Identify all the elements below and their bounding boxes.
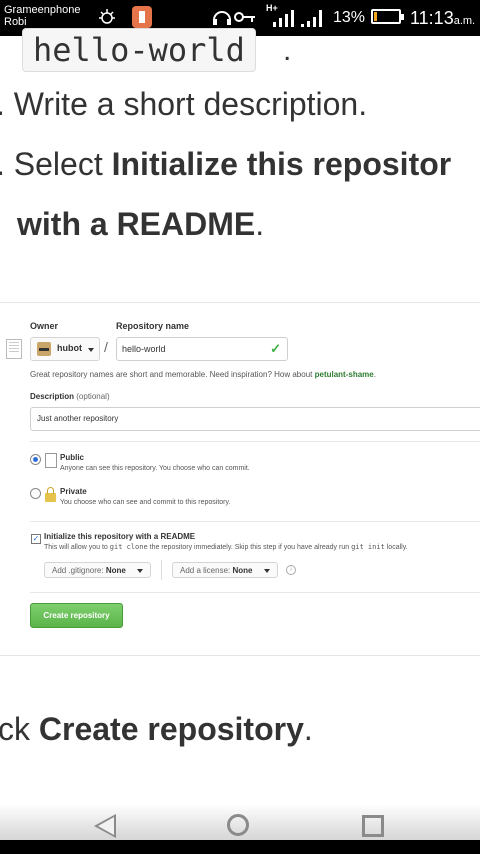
clock-time: 11:13 bbox=[410, 8, 454, 28]
create-repository-button[interactable]: Create repository bbox=[30, 603, 123, 628]
divider bbox=[30, 592, 480, 593]
init-code-git-clone: git clone bbox=[109, 543, 148, 551]
chevron-down-icon bbox=[88, 348, 94, 352]
signal-2-icon bbox=[301, 10, 322, 27]
private-description: You choose who can see and commit to thi… bbox=[60, 499, 231, 506]
initialize-readme-description: This will allow you to git clone the rep… bbox=[44, 543, 408, 551]
repo-book-icon bbox=[6, 339, 22, 359]
step-select-continued: with a README. bbox=[17, 206, 264, 243]
info-icon[interactable]: i bbox=[286, 565, 296, 575]
battery-fill bbox=[374, 12, 378, 21]
repo-name-label: Repository name bbox=[116, 321, 190, 331]
lock-icon bbox=[45, 487, 56, 502]
public-radio[interactable] bbox=[30, 454, 41, 465]
description-input[interactable]: Just another repository bbox=[30, 407, 480, 431]
bug-icon bbox=[99, 9, 115, 24]
public-description: Anyone can see this repository. You choo… bbox=[60, 465, 250, 472]
signal-1-icon bbox=[273, 10, 294, 27]
init-code-git-init: git init bbox=[351, 543, 385, 551]
initialize-readme-title: Initialize this repository with a README bbox=[44, 532, 196, 541]
battery-icon bbox=[371, 9, 404, 24]
step-marker: . bbox=[0, 86, 5, 122]
owner-name-separator: / bbox=[104, 339, 108, 355]
init-desc-text-2: the repository immediately. Skip this st… bbox=[149, 544, 350, 551]
back-icon[interactable] bbox=[94, 814, 116, 838]
description-label-text: Description bbox=[30, 392, 75, 401]
license-label: Add a license: bbox=[180, 566, 231, 575]
github-new-repo-screenshot: Owner Repository name hubot / hello-worl… bbox=[0, 302, 480, 656]
step-select-bold: Initialize this repositor bbox=[111, 146, 452, 182]
chevron-down-icon bbox=[137, 569, 143, 573]
carrier-name-2: Robi bbox=[4, 16, 27, 28]
step-select-text: Select bbox=[13, 146, 103, 182]
step-select-initialize: . Select Initialize this repositor bbox=[0, 146, 451, 183]
android-nav-bar bbox=[0, 804, 480, 854]
description-optional: (optional) bbox=[76, 392, 110, 401]
repo-name-value: hello-world bbox=[122, 344, 166, 354]
description-value: Just another repository bbox=[37, 414, 119, 423]
repo-name-input[interactable]: hello-world ✓ bbox=[116, 337, 288, 361]
home-icon[interactable] bbox=[227, 814, 249, 836]
repo-name-hint-end: . bbox=[373, 370, 376, 379]
carrier-names: Grameenphone Robi bbox=[4, 4, 80, 28]
step-click-bold: Create repository bbox=[38, 711, 304, 747]
step-select-bold-2: with a README bbox=[17, 206, 256, 242]
step-marker: . bbox=[0, 146, 5, 182]
valid-check-icon: ✓ bbox=[270, 341, 281, 356]
sentence-period: . bbox=[255, 206, 265, 242]
recent-apps-icon[interactable] bbox=[362, 815, 384, 837]
description-label: Description (optional) bbox=[30, 392, 110, 401]
battery-percent: 13% bbox=[333, 9, 366, 26]
step-write-description: . Write a short description. bbox=[0, 86, 367, 123]
public-title: Public bbox=[60, 453, 85, 462]
repo-name-hint: Great repository names are short and mem… bbox=[30, 370, 376, 379]
headphones-icon bbox=[213, 11, 231, 25]
owner-value: hubot bbox=[57, 343, 82, 353]
gitignore-select[interactable]: Add .gitignore: None bbox=[44, 562, 151, 578]
battery-saver-app-icon bbox=[132, 6, 152, 28]
gitignore-label: Add .gitignore: bbox=[52, 566, 104, 575]
owner-dropdown[interactable]: hubot bbox=[30, 337, 100, 361]
owner-avatar bbox=[37, 342, 51, 356]
step-click-text: ck bbox=[0, 711, 30, 747]
step-write-text: Write a short description. bbox=[13, 86, 368, 122]
clock: 11:13a.m. bbox=[410, 8, 475, 29]
sentence-period: . bbox=[283, 34, 292, 67]
chevron-down-icon bbox=[264, 569, 270, 573]
sentence-period: . bbox=[303, 711, 313, 747]
step-click-create: ck Create repository. bbox=[0, 711, 313, 748]
divider bbox=[30, 441, 480, 442]
license-value: None bbox=[232, 566, 253, 575]
name-suggestion-link[interactable]: petulant-shame bbox=[315, 370, 374, 379]
key-icon bbox=[234, 12, 255, 22]
repo-name-hint-text: Great repository names are short and mem… bbox=[30, 370, 313, 379]
init-desc-text-1: This will allow you to bbox=[44, 544, 108, 551]
private-radio[interactable] bbox=[30, 488, 41, 499]
clock-suffix: a.m. bbox=[453, 15, 476, 27]
initialize-readme-checkbox[interactable]: ✓ bbox=[31, 534, 41, 544]
gitignore-value: None bbox=[105, 566, 126, 575]
init-desc-text-3: locally. bbox=[386, 544, 408, 551]
public-repo-icon bbox=[45, 453, 57, 468]
select-separator bbox=[161, 560, 162, 580]
carrier-name-1: Grameenphone bbox=[4, 4, 81, 16]
owner-label: Owner bbox=[30, 321, 59, 331]
private-title: Private bbox=[60, 487, 87, 496]
divider bbox=[30, 521, 480, 522]
license-select[interactable]: Add a license: None bbox=[172, 562, 278, 578]
repo-name-code: hello-world bbox=[22, 28, 256, 72]
